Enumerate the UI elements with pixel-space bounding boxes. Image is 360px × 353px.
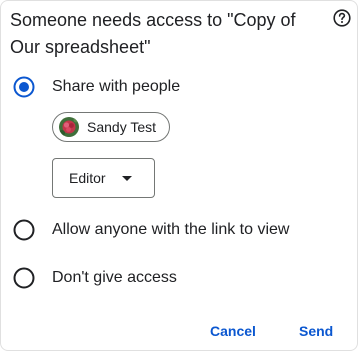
role-value: Editor — [69, 170, 106, 186]
option-dont-give-access[interactable]: Don't give access — [13, 267, 177, 289]
option-label: Allow anyone with the link to view — [52, 221, 290, 238]
help-icon[interactable] — [333, 9, 351, 27]
option-label: Don't give access — [52, 269, 177, 286]
radio-selected-icon[interactable] — [13, 76, 35, 98]
recipient-chip: Sandy Test — [52, 112, 170, 142]
option-share-with-people[interactable]: Share with people — [13, 76, 180, 98]
radio-unselected-icon[interactable] — [13, 219, 35, 241]
option-label: Share with people — [52, 78, 181, 95]
option-allow-anyone-with-link[interactable]: Allow anyone with the link to view — [13, 219, 289, 241]
send-button[interactable]: Send — [293, 320, 339, 342]
radio-unselected-icon[interactable] — [13, 267, 35, 289]
avatar — [59, 117, 79, 137]
cancel-button[interactable]: Cancel — [204, 320, 262, 342]
recipient-name: Sandy Test — [87, 119, 157, 135]
access-request-dialog: Someone needs access to "Copy of Our spr… — [0, 0, 358, 351]
role-dropdown[interactable]: Editor — [52, 158, 155, 198]
dialog-title: Someone needs access to "Copy of Our spr… — [10, 10, 296, 57]
dropdown-arrow-icon — [121, 175, 132, 181]
